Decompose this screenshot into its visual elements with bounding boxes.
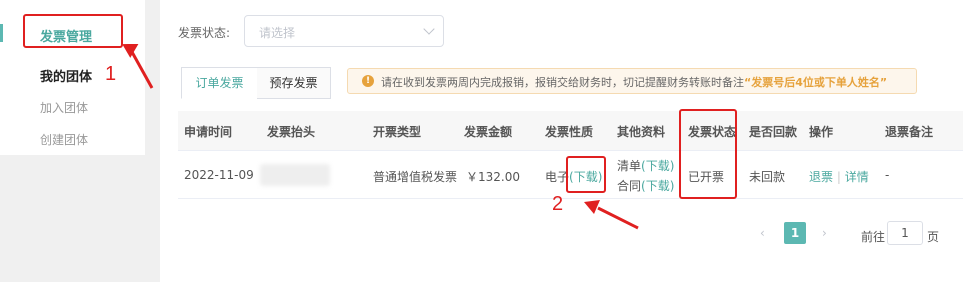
prev-page-icon[interactable]: ‹ — [760, 226, 765, 240]
warning-icon: ! — [362, 75, 374, 87]
chevron-down-icon — [423, 23, 435, 35]
sidebar-item-create-team[interactable]: 创建团体 — [40, 131, 88, 148]
cell-status: 已开票 — [688, 170, 725, 184]
sidebar-item-invoice-management[interactable]: 发票管理 — [40, 26, 92, 45]
sidebar-item-join-team[interactable]: 加入团体 — [40, 99, 88, 116]
list-download-link[interactable]: (下载) — [641, 159, 674, 173]
cell-nature: 电子(下载) — [545, 168, 602, 185]
notice-text: 请在收到发票两周内完成报销，报销交给财务时，切记提醒财务转账时备注“发票号后4位… — [381, 74, 887, 90]
electronic-download-link[interactable]: (下载) — [569, 170, 602, 184]
col-amount: 发票金额 — [464, 125, 513, 139]
col-other-docs: 其他资料 — [617, 125, 666, 139]
cell-invoice-title-blurred — [260, 164, 330, 186]
col-apply-time: 申请时间 — [184, 125, 233, 139]
cell-refund-remark: - — [885, 168, 890, 182]
goto-suffix: 页 — [927, 230, 940, 244]
op-separator: | — [836, 170, 841, 184]
annotation-number-2: 2 — [552, 193, 564, 215]
col-nature: 发票性质 — [545, 125, 594, 139]
cell-other-contract: 合同(下载) — [617, 177, 674, 194]
cell-other-list: 清单(下载) — [617, 157, 674, 174]
active-indicator — [0, 24, 3, 42]
col-invoice-title: 发票抬头 — [267, 125, 316, 139]
contract-download-link[interactable]: (下载) — [641, 179, 674, 193]
col-refund-remark: 退票备注 — [885, 125, 934, 139]
tab-prepaid-invoice[interactable]: 预存发票 — [257, 67, 331, 99]
refund-button[interactable]: 退票 — [809, 170, 833, 184]
notice-message: 请在收到发票两周内完成报销，报销交给财务时，切记提醒财务转账时备注 — [381, 76, 744, 89]
col-status: 发票状态 — [688, 125, 737, 139]
cell-operation: 退票 | 详情 — [809, 168, 869, 185]
nature-label: 电子 — [545, 170, 570, 184]
col-payment: 是否回款 — [749, 125, 798, 139]
cell-payment: 未回款 — [749, 170, 786, 184]
detail-button[interactable]: 详情 — [845, 170, 869, 184]
next-page-icon[interactable]: › — [822, 226, 827, 240]
sidebar: 发票管理 我的团体 加入团体 创建团体 — [0, 0, 145, 155]
col-operation: 操作 — [809, 125, 834, 139]
contract-label: 合同 — [617, 179, 642, 193]
annotation-number-1: 1 — [105, 63, 117, 85]
table-header: 申请时间 发票抬头 开票类型 发票金额 发票性质 其他资料 发票状态 是否回款 … — [178, 111, 963, 151]
main-panel: 发票状态: 请选择 订单发票 预存发票 ! 请在收到发票两周内完成报销，报销交给… — [160, 0, 963, 282]
status-select-placeholder: 请选择 — [259, 26, 296, 40]
tab-order-invoice[interactable]: 订单发票 — [181, 67, 258, 99]
notice-highlight: “发票号后4位或下单人姓名” — [744, 76, 888, 89]
list-label: 清单 — [617, 159, 642, 173]
table-row: 2022-11-09 普通增值税发票 ￥132.00 电子(下载) 清单(下载)… — [178, 151, 963, 199]
cell-amount: ￥132.00 — [466, 170, 520, 184]
cell-invoice-type: 普通增值税发票 — [373, 170, 458, 184]
goto-page-input[interactable]: 1 — [887, 221, 923, 245]
sidebar-item-my-team[interactable]: 我的团体 — [40, 66, 92, 85]
goto-label: 前往 — [861, 230, 886, 244]
status-filter-label: 发票状态: — [178, 26, 231, 40]
status-select[interactable]: 请选择 — [244, 15, 444, 47]
notice-banner: ! 请在收到发票两周内完成报销，报销交给财务时，切记提醒财务转账时备注“发票号后… — [347, 68, 917, 94]
page-current[interactable]: 1 — [784, 222, 806, 244]
cell-apply-time: 2022-11-09 — [184, 168, 254, 182]
col-invoice-type: 开票类型 — [373, 125, 422, 139]
